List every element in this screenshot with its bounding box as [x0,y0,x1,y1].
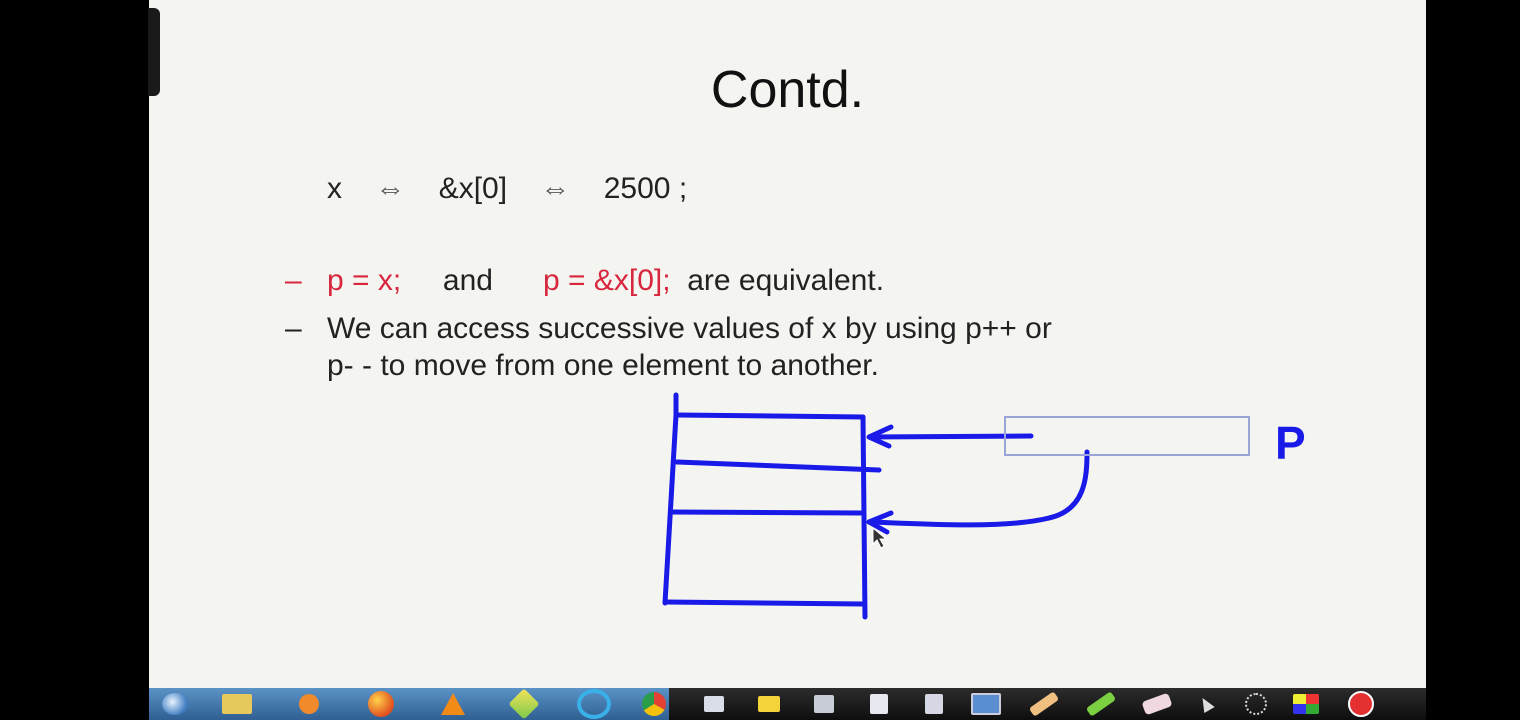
document-tool-icon[interactable] [919,692,949,716]
media-player-icon[interactable] [289,692,329,716]
folder-icon[interactable] [217,692,257,716]
chrome-icon[interactable] [639,692,669,716]
arrow-to-third-curve [868,449,1090,528]
window-edge-tab [148,8,160,96]
pen-tool-icon[interactable] [699,692,729,716]
array-bottom-edge [662,599,866,607]
vlc-icon[interactable] [433,692,473,716]
pointer-box [1004,416,1250,456]
taskbar [149,688,1426,720]
green-marker-icon[interactable] [1081,691,1121,717]
close-circle-icon[interactable] [1344,691,1378,717]
array-right-edge [860,414,868,620]
annotation-toolbar [669,688,1426,720]
slide: Contd. x ⇔ &x[0] ⇔ 2500 ; – p = x; and p … [149,0,1426,688]
highlighter-icon[interactable] [754,692,784,716]
screen-tool-icon[interactable] [809,692,839,716]
start-orb-icon[interactable] [157,692,193,716]
array-left-edge [662,412,679,606]
memory-diagram: P [662,392,1250,620]
monitor-icon[interactable] [969,692,1003,716]
pointer-icon[interactable] [1194,692,1218,716]
cursor-tool-icon[interactable] [504,688,544,720]
page-tool-icon[interactable] [864,692,894,716]
array-divider-2 [668,509,864,516]
marker-tool-icon[interactable] [1024,691,1064,717]
array-divider-1 [674,459,882,473]
arrow-to-first-shaft [868,433,1034,440]
color-palette-icon[interactable] [1289,692,1323,716]
move-icon[interactable] [1239,692,1273,716]
array-top-edge [673,412,866,420]
pointer-label-text: P [1275,417,1306,469]
ie-icon[interactable] [574,689,614,719]
array-drawing [662,392,1090,620]
firefox-icon[interactable] [361,691,401,717]
eraser-icon[interactable] [1137,692,1177,716]
